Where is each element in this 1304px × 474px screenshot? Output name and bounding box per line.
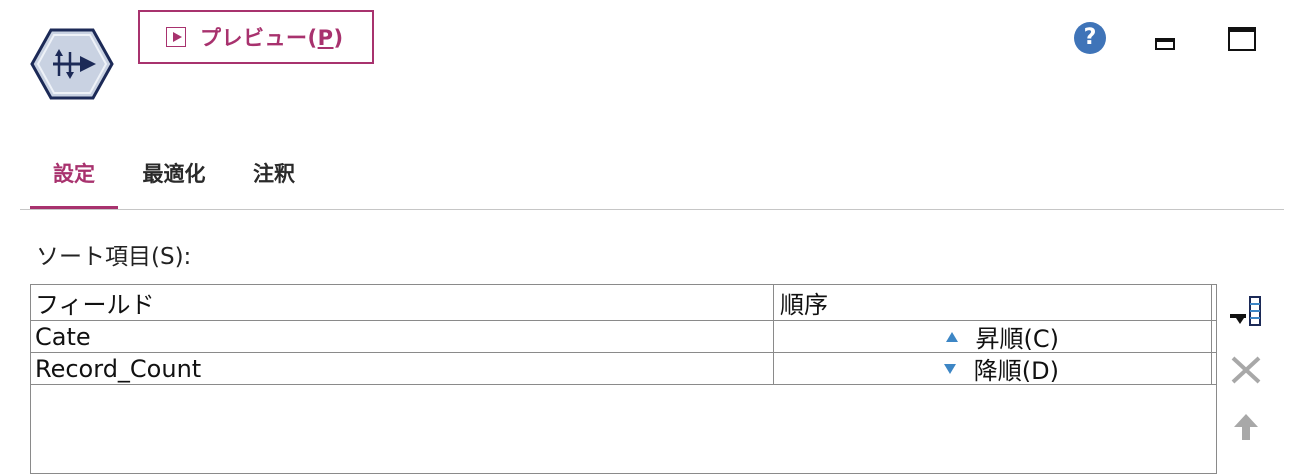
tab-bar: 設定 最適化 注釈 (20, 148, 1284, 210)
help-icon[interactable]: ? (1074, 22, 1106, 54)
order-label: 昇順(C) (975, 325, 1059, 353)
order-cell[interactable]: 昇順(C) (774, 321, 1212, 353)
minimize-icon[interactable] (1155, 38, 1175, 50)
order-label: 降順(D) (973, 357, 1059, 385)
preview-button-label: プレビュー(P) (200, 26, 344, 50)
descending-arrow-icon (943, 363, 956, 374)
delete-icon[interactable] (1228, 354, 1264, 386)
sort-fields-table[interactable]: フィールド 順序 Cate 昇順(C) Record_Count 降順(D) (30, 284, 1217, 474)
order-cell[interactable]: 降順(D) (774, 353, 1212, 385)
table-header: フィールド 順序 (31, 285, 1216, 321)
add-field-icon[interactable] (1228, 294, 1264, 328)
sort-fields-label: ソート項目(S): (36, 244, 192, 270)
play-icon (166, 27, 186, 47)
sort-node-icon (30, 28, 114, 100)
field-cell: Record_Count (31, 353, 774, 384)
ascending-arrow-icon (945, 331, 958, 342)
table-row[interactable]: Cate 昇順(C) (31, 321, 1216, 353)
table-row[interactable]: Record_Count 降順(D) (31, 353, 1216, 385)
tab-settings[interactable]: 設定 (30, 148, 118, 209)
preview-button[interactable]: プレビュー(P) (138, 10, 374, 64)
move-up-icon[interactable] (1228, 412, 1264, 442)
tab-annotations[interactable]: 注釈 (242, 148, 306, 209)
tab-optimization[interactable]: 最適化 (128, 148, 220, 209)
column-header-order[interactable]: 順序 (774, 285, 1212, 320)
field-cell: Cate (31, 321, 774, 352)
maximize-icon[interactable] (1228, 27, 1256, 51)
column-header-field[interactable]: フィールド (31, 285, 774, 320)
